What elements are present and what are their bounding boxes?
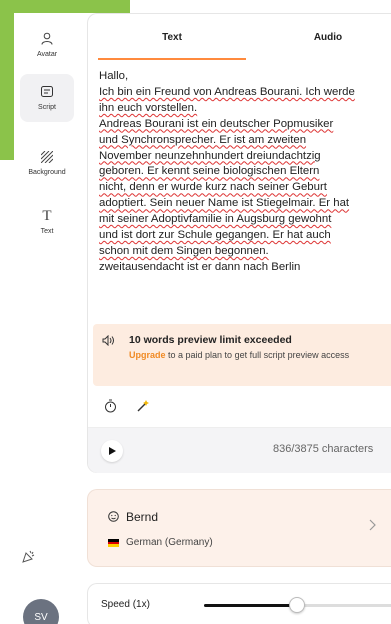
script-line: Hallo, [99, 70, 129, 82]
script-line: nicht, denn er wurde kurz nach seiner Ge… [99, 181, 327, 194]
sidebar-item-label: Avatar [36, 51, 58, 58]
script-line: ihn euch vorstellen. [99, 101, 198, 114]
sidebar-item-background[interactable]: Background [20, 139, 74, 187]
script-line: geboren. Er kennt seine biologischen Elt… [99, 165, 320, 178]
sidebar-item-text[interactable]: T Text [20, 198, 74, 246]
script-line: und Synchronsprecher. Er ist am zweiten [99, 133, 307, 146]
tab-text[interactable]: Text [98, 22, 246, 52]
voice-selector[interactable]: Bernd German (Germany) [87, 489, 391, 567]
warning-body-text: to a paid plan to get full script previe… [165, 350, 350, 360]
script-line: und ist dort zur Schule gegangen. Er hat… [99, 229, 331, 242]
script-editor[interactable]: Hallo, Ich bin ein Freund von Andreas Bo… [99, 69, 391, 276]
speed-slider[interactable] [204, 597, 391, 613]
text-icon: T [42, 208, 52, 224]
brand-accent-bar [0, 0, 130, 13]
speed-control: Speed (1x) [87, 583, 391, 624]
script-card: Text Audio Hallo, Ich bin ein Freund von… [87, 13, 391, 473]
script-line: Ich bin ein Freund von Andreas Bourani. … [99, 85, 355, 98]
sidebar: Avatar Script Background T Text [14, 13, 74, 624]
brand-accent-strip [0, 0, 14, 160]
play-button[interactable] [101, 440, 123, 462]
active-tab-indicator [98, 58, 246, 60]
audio-player: 836/3875 characters [88, 427, 391, 473]
speed-label: Speed (1x) [101, 599, 150, 610]
voice-name: Bernd [126, 510, 159, 524]
smiley-icon [108, 511, 119, 525]
party-popper-icon[interactable] [22, 549, 36, 566]
background-icon [40, 150, 54, 165]
script-line: adoptiert. Sein neuer Name ist Stiegelma… [99, 197, 350, 210]
sidebar-item-avatar[interactable]: Avatar [20, 21, 74, 69]
script-line: zweitausendacht ist er dann nach Berlin [99, 260, 301, 273]
sidebar-item-script[interactable]: Script [20, 74, 74, 122]
script-line: mit seiner Adoptivfamilie in Augsburg ge… [99, 213, 332, 226]
speed-slider-thumb[interactable] [289, 597, 306, 613]
script-line: November neunzehnhundert dreiundachtzig [99, 149, 321, 162]
character-count: 836/3875 characters [273, 443, 374, 455]
tab-bar: Text Audio [98, 22, 391, 60]
upgrade-link[interactable]: Upgrade [129, 350, 166, 360]
tab-audio[interactable]: Audio [258, 22, 391, 52]
speaker-icon [102, 334, 115, 349]
script-toolbar [104, 396, 150, 418]
preview-limit-warning: 10 words preview limit exceeded Upgrade … [93, 324, 391, 386]
warning-body: Upgrade to a paid plan to get full scrip… [129, 349, 389, 362]
voice-language: German (Germany) [126, 537, 213, 548]
german-flag-icon [108, 539, 119, 547]
user-icon [41, 32, 53, 47]
sidebar-item-label: Script [38, 103, 56, 111]
timer-icon[interactable] [104, 399, 117, 416]
script-line: schon mit dem Singen begonnen. [99, 244, 269, 257]
speed-slider-fill [204, 604, 298, 607]
sidebar-item-label: Background [28, 168, 66, 176]
play-icon [108, 447, 116, 455]
script-line: Andreas Bourani ist ein deutscher Popmus… [99, 117, 334, 130]
chevron-right-icon [369, 518, 376, 534]
magic-wand-icon[interactable] [137, 399, 150, 415]
warning-title: 10 words preview limit exceeded [129, 334, 292, 346]
script-icon [41, 85, 53, 100]
sidebar-item-label: Text [40, 228, 54, 235]
